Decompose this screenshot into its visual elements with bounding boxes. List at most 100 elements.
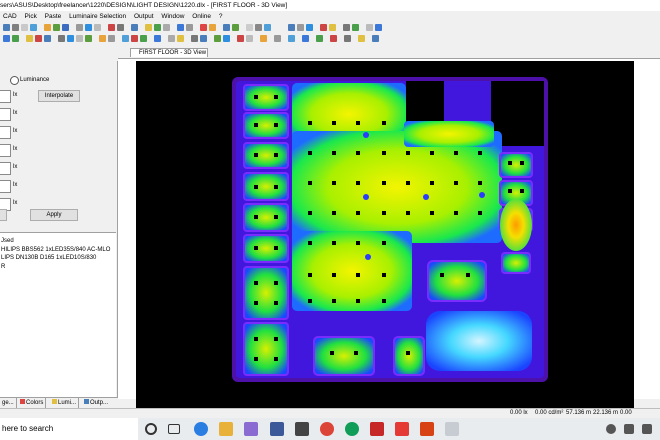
chrome-icon[interactable] (345, 422, 359, 436)
toolbar-icon[interactable] (94, 24, 101, 31)
toolbar-icon[interactable] (246, 35, 253, 42)
dialux-icon[interactable] (420, 422, 434, 436)
notification-icon[interactable] (642, 424, 652, 434)
lx-input[interactable] (0, 144, 11, 157)
tab-guide[interactable]: ge... (0, 398, 17, 408)
menu-online[interactable]: Online (189, 11, 214, 22)
toolbar-icon[interactable] (200, 35, 207, 42)
tab-first-floor-3d-view[interactable]: FIRST FLOOR - 3D View (130, 48, 208, 57)
toolbar-icon[interactable] (329, 24, 336, 31)
toolbar-icon[interactable] (35, 35, 42, 42)
lx-input[interactable] (0, 126, 11, 139)
toolbar-icon[interactable] (344, 35, 351, 42)
toolbar-icon[interactable] (375, 24, 382, 31)
toolbar-icon[interactable] (30, 24, 37, 31)
toolbar-icon[interactable] (44, 35, 51, 42)
toolbar-icon[interactable] (154, 35, 161, 42)
toolbar-icon[interactable] (131, 35, 138, 42)
toolbar-icon[interactable] (76, 24, 83, 31)
toolbar-icon[interactable] (177, 24, 184, 31)
toolbar-icon[interactable] (26, 35, 33, 42)
toolbar-icon[interactable] (131, 24, 138, 31)
file-explorer-icon[interactable] (219, 422, 233, 436)
toolbar-icon[interactable] (306, 24, 313, 31)
toolbar-icon[interactable] (274, 35, 281, 42)
toolbar-icon[interactable] (255, 24, 262, 31)
tab-luminaires[interactable]: Lumi... (50, 398, 80, 408)
volume-icon[interactable] (624, 424, 634, 434)
tab-output[interactable]: Outp... (82, 398, 110, 408)
luminance-radio[interactable] (10, 76, 19, 85)
lx-input[interactable] (0, 90, 11, 103)
menu-pick[interactable]: Pick (22, 11, 40, 22)
toolbar-icon[interactable] (297, 24, 304, 31)
paint-icon[interactable] (445, 422, 459, 436)
toolbar-icon[interactable] (21, 24, 28, 31)
toolbar-icon[interactable] (316, 35, 323, 42)
toolbar-icon[interactable] (154, 24, 161, 31)
toolbar-icon[interactable] (177, 35, 184, 42)
list-item[interactable]: R (0, 263, 116, 272)
false-color-render[interactable] (136, 61, 634, 409)
menu-output[interactable]: Output (131, 11, 157, 22)
lx-input[interactable] (0, 180, 11, 193)
menu-help[interactable]: ? (216, 11, 226, 22)
toolbar-icon[interactable] (163, 24, 170, 31)
cortana-icon[interactable] (145, 423, 157, 435)
chrome-icon[interactable] (320, 422, 334, 436)
toolbar-icon[interactable] (264, 24, 271, 31)
toolbar-icon[interactable] (3, 35, 10, 42)
toolbar-icon[interactable] (320, 24, 327, 31)
list-item[interactable]: LIPS DN130B D165 1xLED10S/830 (0, 254, 116, 263)
toolbar-icon[interactable] (288, 24, 295, 31)
toolbar-icon[interactable] (168, 35, 175, 42)
toolbar-icon[interactable] (366, 24, 373, 31)
toolbar-icon[interactable] (372, 35, 379, 42)
apply-button[interactable]: Apply (30, 209, 78, 221)
lx-input[interactable] (0, 162, 11, 175)
toolbar-icon[interactable] (330, 35, 337, 42)
menu-paste[interactable]: Paste (42, 11, 65, 22)
toolbar-icon[interactable] (200, 24, 207, 31)
taskbar-search[interactable]: here to search (0, 418, 138, 440)
toolbar-icon[interactable] (302, 35, 309, 42)
toolbar-icon[interactable] (44, 24, 51, 31)
toolbar-icon[interactable] (85, 35, 92, 42)
toolbar-icon[interactable] (3, 24, 10, 31)
toolbar-icon[interactable] (191, 35, 198, 42)
store-icon[interactable] (244, 422, 258, 436)
toolbar-icon[interactable] (62, 24, 69, 31)
interpolate-button[interactable]: Interpolate (38, 90, 80, 102)
toolbar-icon[interactable] (67, 35, 74, 42)
toolbar-icon[interactable] (108, 35, 115, 42)
toolbar-icon[interactable] (260, 35, 267, 42)
toolbar-icon[interactable] (12, 24, 19, 31)
partial-button[interactable] (0, 209, 7, 221)
toolbar-icon[interactable] (99, 35, 106, 42)
toolbar-icon[interactable] (223, 24, 230, 31)
toolbar-icon[interactable] (288, 35, 295, 42)
toolbar-icon[interactable] (117, 24, 124, 31)
list-item[interactable]: HILIPS BBS562 1xLED35S/840 AC-MLO (0, 246, 116, 255)
toolbar-icon[interactable] (85, 24, 92, 31)
toolbar-icon[interactable] (214, 35, 221, 42)
toolbar-icon[interactable] (122, 35, 129, 42)
edge-icon[interactable] (194, 422, 208, 436)
tab-colors[interactable]: Colors (18, 398, 47, 408)
toolbar-icon[interactable] (352, 24, 359, 31)
toolbar-icon[interactable] (53, 24, 60, 31)
toolbar-icon[interactable] (76, 35, 83, 42)
toolbar-icon[interactable] (140, 35, 147, 42)
menu-window[interactable]: Window (158, 11, 187, 22)
toolbar-icon[interactable] (223, 35, 230, 42)
toolbar-icon[interactable] (209, 24, 216, 31)
toolbar-icon[interactable] (358, 35, 365, 42)
lx-input[interactable] (0, 108, 11, 121)
menu-cad[interactable]: CAD (0, 11, 20, 22)
menu-luminaire-selection[interactable]: Luminaire Selection (66, 11, 129, 22)
toolbar-icon[interactable] (186, 24, 193, 31)
acrobat-icon[interactable] (370, 422, 384, 436)
toolbar-icon[interactable] (145, 24, 152, 31)
pdf-icon[interactable] (395, 422, 409, 436)
mail-icon[interactable] (295, 422, 309, 436)
